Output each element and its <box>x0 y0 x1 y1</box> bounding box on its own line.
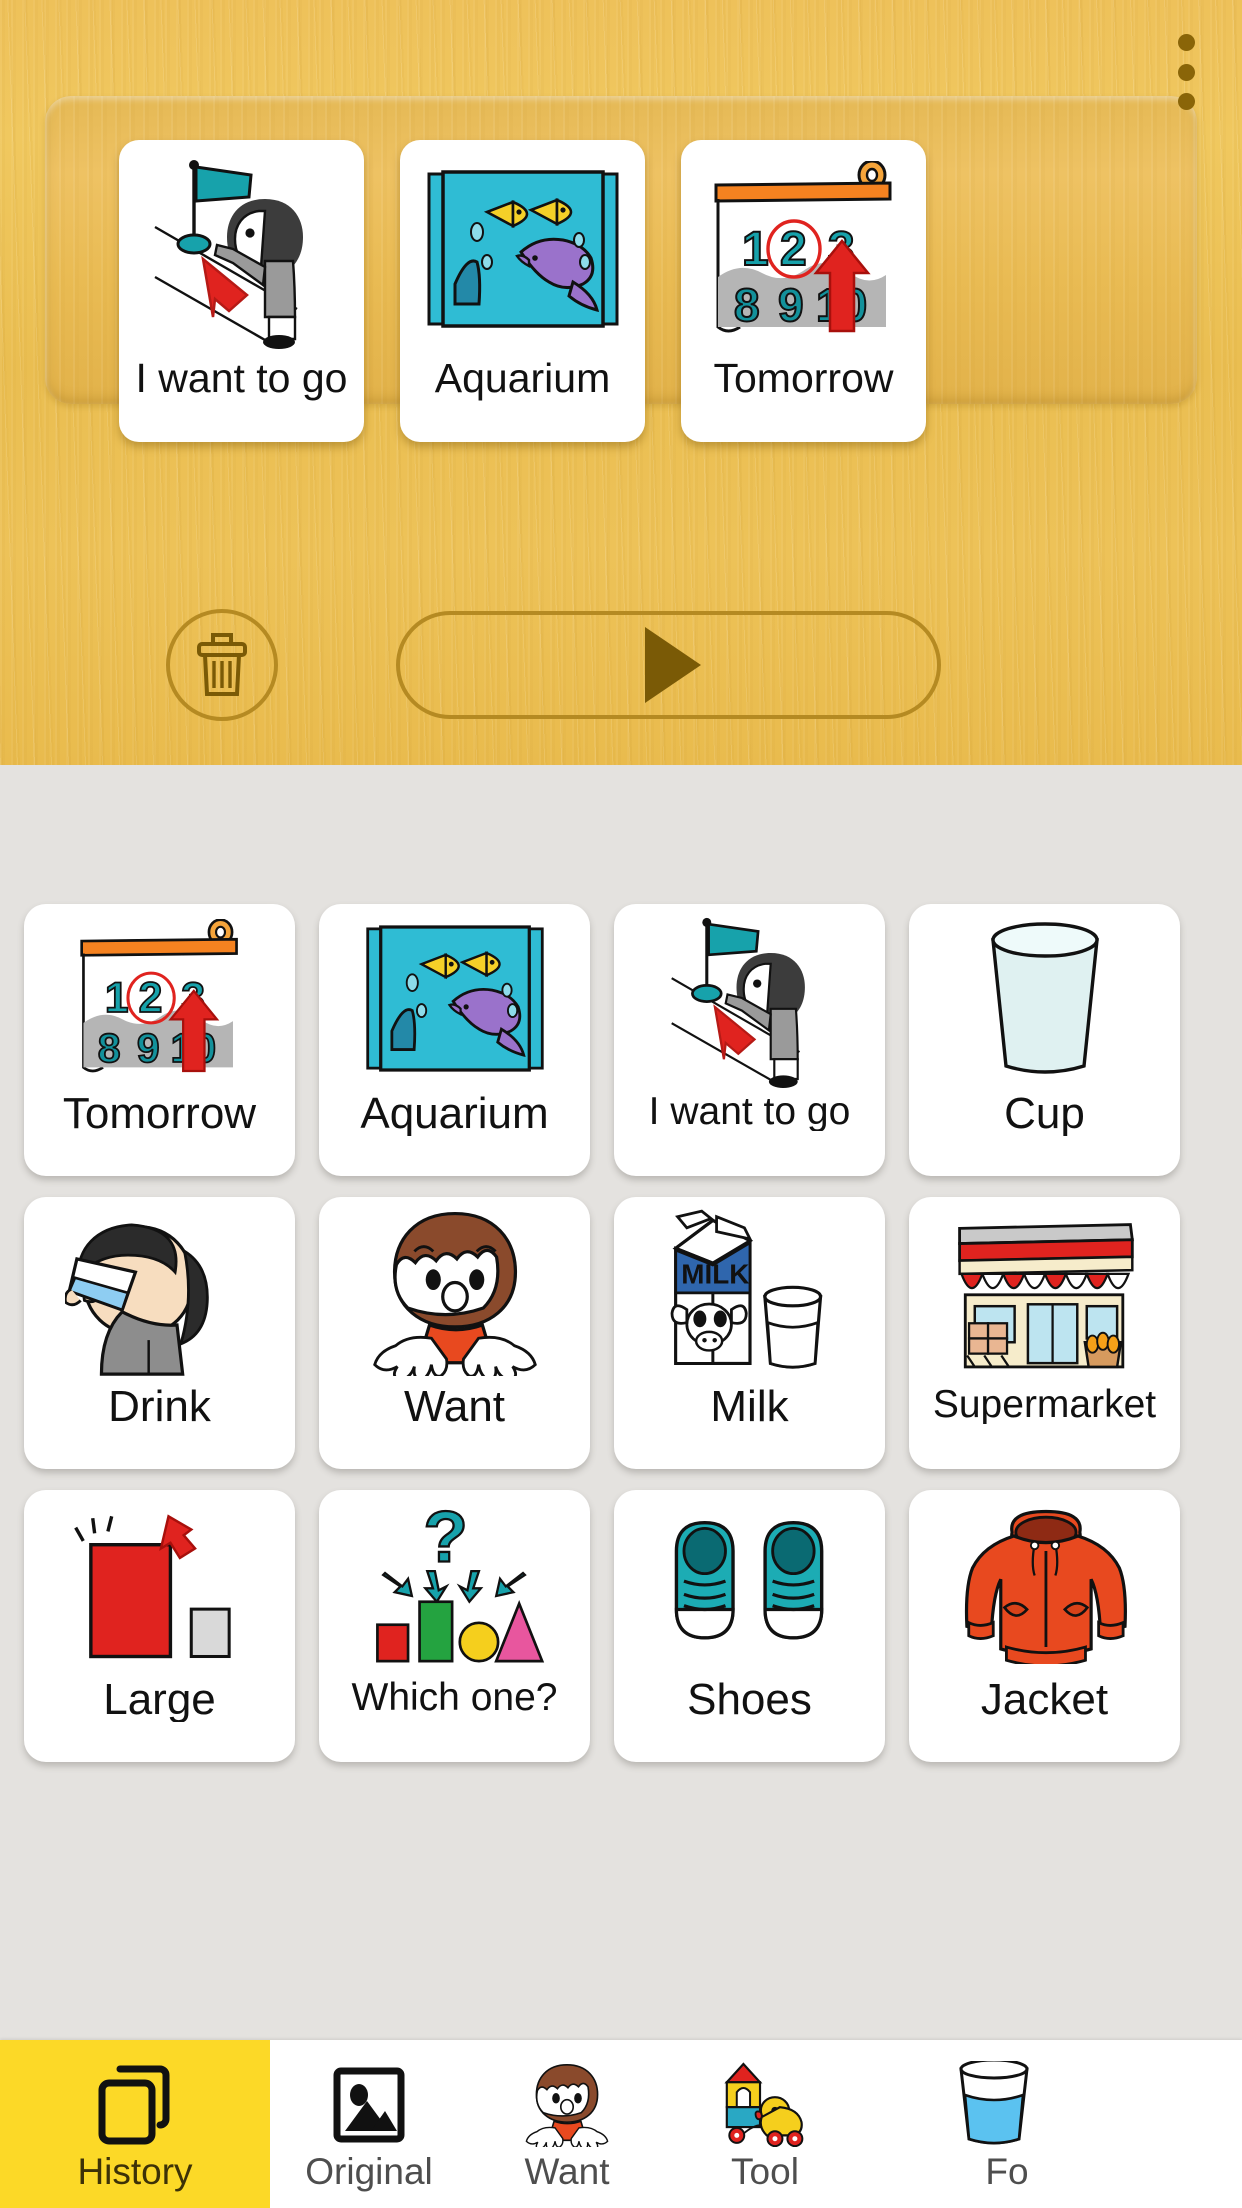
header-sentence-area: I want to go Aquarium 1 2 8 9 Tomorrow <box>0 0 1242 765</box>
milk-carton-icon: MILK <box>614 1197 885 1385</box>
menu-dot <box>1177 93 1195 110</box>
svg-text:2: 2 <box>138 974 162 1022</box>
calendar-tomorrow-icon: 1 2 3 8 9 10 <box>681 140 926 358</box>
play-button[interactable] <box>396 611 941 719</box>
symbol-board: 1 2 3 8 9 10 Tomorrow <box>0 765 1242 2040</box>
svg-text:1: 1 <box>104 974 128 1022</box>
svg-text:1: 1 <box>742 223 769 276</box>
person-pointing-flag-icon <box>614 904 885 1092</box>
trash-icon <box>197 633 247 696</box>
svg-text:2: 2 <box>780 223 807 276</box>
aquarium-tank-icon <box>400 140 645 358</box>
question-shapes-icon: ? <box>319 1490 590 1678</box>
symbol-tile[interactable]: Drink <box>24 1197 295 1469</box>
nav-tab-label: Fo <box>985 2150 1029 2192</box>
symbol-tile-label: Shoes <box>687 1678 812 1722</box>
large-small-box-icon <box>24 1490 295 1678</box>
sentence-card[interactable]: Aquarium <box>400 140 645 442</box>
symbol-tile[interactable]: ? Which one? <box>319 1490 590 1762</box>
toy-blocks-duck-icon <box>715 2059 815 2147</box>
symbol-tile[interactable]: Large <box>24 1490 295 1762</box>
more-vertical-icon[interactable] <box>1156 28 1216 116</box>
nav-tab-history[interactable]: History <box>0 2040 270 2208</box>
symbol-tile-label: Want <box>403 1385 506 1429</box>
glass-water-icon <box>951 2059 1037 2147</box>
nav-tab-label: Tool <box>731 2150 799 2192</box>
person-drinking-icon <box>24 1197 295 1385</box>
nav-tab-want[interactable]: Want <box>468 2040 666 2208</box>
sentence-tray: I want to go Aquarium 1 2 8 9 Tomorrow <box>45 96 1197 442</box>
svg-text:9: 9 <box>778 279 804 331</box>
nav-tab-label: History <box>77 2150 193 2192</box>
cup-icon <box>909 904 1180 1092</box>
nav-tab-label: Original <box>305 2150 433 2192</box>
symbol-tile[interactable]: Jacket <box>909 1490 1180 1762</box>
child-wanting-icon <box>319 1197 590 1385</box>
svg-text:9: 9 <box>136 1025 159 1071</box>
bottom-navigation: History Original Want Tool Fo <box>0 2040 1242 2208</box>
sentence-card[interactable]: 1 2 3 8 9 10 Tomorrow <box>681 140 926 442</box>
sentence-card-label: I want to go <box>135 355 348 401</box>
child-wanting-icon <box>519 2059 615 2147</box>
supermarket-storefront-icon <box>909 1197 1180 1385</box>
symbol-tile[interactable]: Aquarium <box>319 904 590 1176</box>
symbol-grid: 1 2 3 8 9 10 Tomorrow <box>24 904 1180 1762</box>
cards-stack-icon <box>96 2059 174 2147</box>
symbol-tile-label: Drink <box>108 1385 211 1429</box>
symbol-tile[interactable]: 1 2 3 8 9 10 Tomorrow <box>24 904 295 1176</box>
symbol-tile-label: Jacket <box>980 1678 1109 1722</box>
person-pointing-flag-icon <box>119 140 364 358</box>
aquarium-tank-icon <box>319 904 590 1092</box>
nav-tab-original[interactable]: Original <box>270 2040 468 2208</box>
symbol-tile-label: Tomorrow <box>62 1092 257 1136</box>
symbol-tile-label: Supermarket <box>932 1385 1157 1424</box>
svg-text:?: ? <box>423 1502 467 1578</box>
menu-dot <box>1177 34 1195 51</box>
delete-button[interactable] <box>166 609 278 721</box>
calendar-tomorrow-icon: 1 2 3 8 9 10 <box>24 904 295 1092</box>
symbol-tile-label: Aquarium <box>360 1092 549 1136</box>
symbol-tile-label: Which one? <box>351 1678 558 1717</box>
sentence-card-label: Tomorrow <box>713 355 894 401</box>
symbol-tile[interactable]: Shoes <box>614 1490 885 1762</box>
symbol-tile-label: I want to go <box>648 1092 851 1131</box>
sentence-actions <box>0 600 1242 730</box>
menu-dot <box>1177 63 1195 81</box>
sentence-card-label: Aquarium <box>434 355 611 401</box>
photo-image-icon <box>327 2059 411 2147</box>
symbol-tile-label: Milk <box>710 1385 789 1429</box>
symbol-tile-label: Cup <box>1004 1092 1085 1136</box>
sentence-card[interactable]: I want to go <box>119 140 364 442</box>
nav-tab-tool[interactable]: Tool <box>666 2040 864 2208</box>
svg-text:8: 8 <box>97 1025 120 1071</box>
svg-text:8: 8 <box>734 279 760 331</box>
symbol-tile[interactable]: Want <box>319 1197 590 1469</box>
symbol-tile-label: Large <box>103 1678 216 1722</box>
sneakers-icon <box>614 1490 885 1678</box>
play-icon <box>644 627 701 703</box>
nav-tab-food[interactable]: Fo <box>864 2040 1062 2208</box>
symbol-tile[interactable]: I want to go <box>614 904 885 1176</box>
hoodie-jacket-icon <box>909 1490 1180 1678</box>
svg-text:MILK: MILK <box>681 1259 749 1290</box>
symbol-tile[interactable]: MILK Milk <box>614 1197 885 1469</box>
symbol-tile[interactable]: Cup <box>909 904 1180 1176</box>
symbol-tile[interactable]: Supermarket <box>909 1197 1180 1469</box>
nav-tab-label: Want <box>524 2150 610 2192</box>
